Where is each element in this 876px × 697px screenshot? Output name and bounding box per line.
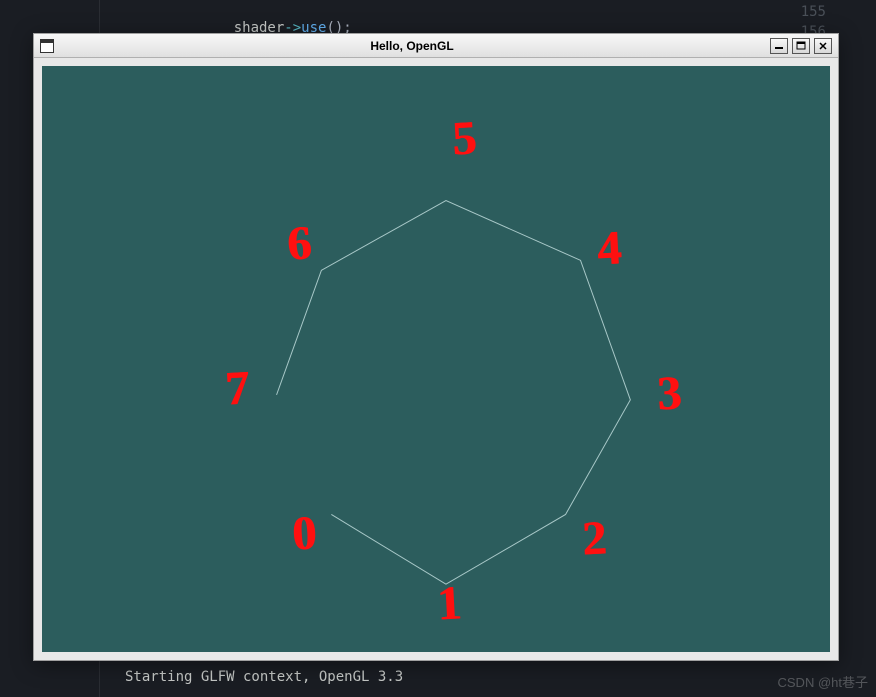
maximize-button[interactable] [792, 38, 810, 54]
vertex-annotation-6: 6 [286, 215, 313, 271]
vertex-annotation-3: 3 [656, 365, 683, 421]
vertex-annotation-2: 2 [581, 510, 608, 566]
vertex-annotation-4: 4 [596, 220, 623, 276]
watermark-text: CSDN @ht巷子 [778, 672, 869, 691]
window-title: Hello, OpenGL [54, 39, 770, 53]
opengl-window: Hello, OpenGL 5 4 3 2 1 0 7 6 [33, 33, 839, 661]
window-icon [40, 39, 54, 53]
vertex-annotation-0: 0 [291, 505, 318, 561]
console-output: Starting GLFW context, OpenGL 3.3 [125, 669, 403, 685]
minimize-icon [774, 42, 784, 50]
vertex-annotation-7: 7 [224, 360, 251, 416]
opengl-canvas: 5 4 3 2 1 0 7 6 [42, 66, 830, 652]
window-titlebar[interactable]: Hello, OpenGL [34, 34, 838, 58]
window-controls [770, 38, 838, 54]
close-icon [818, 41, 828, 51]
maximize-icon [796, 41, 806, 51]
vertex-annotation-1: 1 [436, 575, 463, 631]
polygon-render [42, 66, 830, 652]
polygon-outline [277, 201, 631, 585]
line-number: 155 [801, 4, 826, 20]
close-button[interactable] [814, 38, 832, 54]
minimize-button[interactable] [770, 38, 788, 54]
vertex-annotation-5: 5 [451, 110, 478, 166]
